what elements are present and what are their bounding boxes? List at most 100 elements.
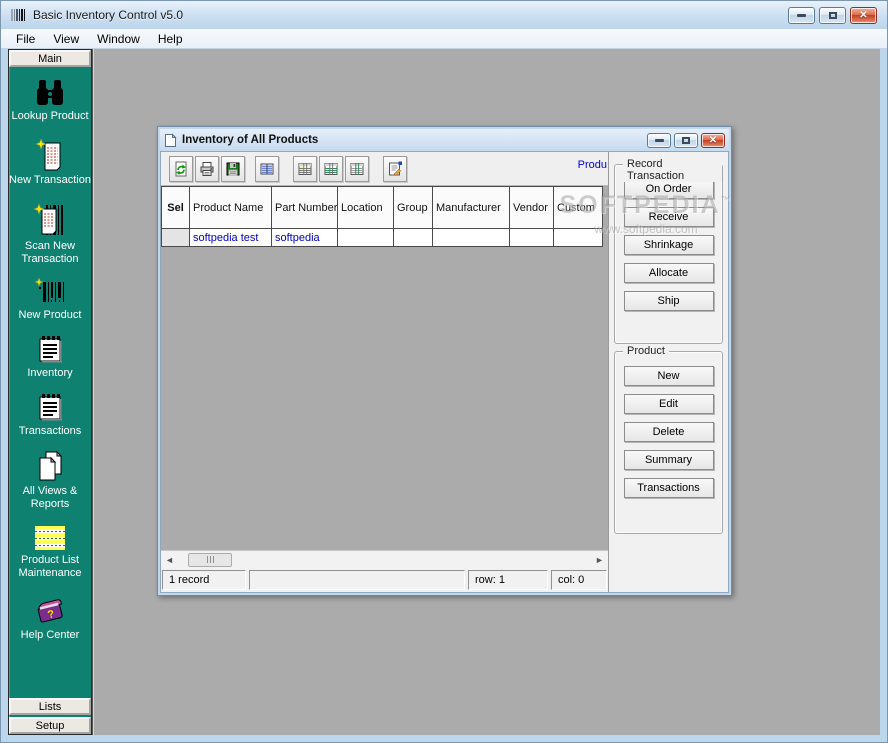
- ship-button[interactable]: Ship: [624, 291, 714, 311]
- transactions-button[interactable]: Transactions: [624, 478, 714, 498]
- sidebar-item-label: Inventory: [9, 367, 91, 380]
- sidebar-item-label: New Transaction: [9, 174, 91, 187]
- col-custom[interactable]: Custom: [554, 187, 603, 229]
- sidebar-item-label: All Views & Reports: [9, 485, 91, 511]
- child-minimize-button[interactable]: [647, 133, 671, 148]
- scroll-left-arrow[interactable]: ◄: [161, 552, 178, 568]
- cell-location[interactable]: [338, 229, 394, 247]
- delete-product-button[interactable]: Delete: [624, 422, 714, 442]
- close-button[interactable]: ✕: [850, 7, 877, 24]
- titlebar[interactable]: Basic Inventory Control v5.0 ✕: [1, 1, 887, 29]
- sidebar-item-scan-new-transaction[interactable]: Scan New Transaction: [9, 203, 91, 266]
- menu-help[interactable]: Help: [149, 30, 192, 48]
- minimize-button[interactable]: [788, 7, 815, 24]
- barcode-app-icon: [11, 8, 27, 22]
- sidebar-item-product-list-maintenance[interactable]: Product List Maintenance: [9, 525, 91, 580]
- product-group: Product New Edit Delete Summary Transact…: [614, 351, 723, 534]
- on-order-button[interactable]: On Order: [624, 179, 714, 199]
- grid-area: Sel Product Name Part Number Location Gr…: [161, 186, 608, 550]
- child-maximize-button[interactable]: [674, 133, 698, 148]
- cell-part-number[interactable]: softpedia: [272, 229, 338, 247]
- col-sel[interactable]: Sel: [162, 187, 190, 229]
- grid-view-3-button[interactable]: [345, 156, 369, 182]
- sidebar-item-inventory[interactable]: Inventory: [9, 334, 91, 380]
- col-manufacturer[interactable]: Manufacturer: [433, 187, 510, 229]
- action-panel: Record Transaction On Order Receive Shri…: [609, 152, 728, 592]
- sidebar-item-label: Lookup Product: [9, 110, 91, 123]
- col-part-number[interactable]: Part Number: [272, 187, 338, 229]
- lists-tab-button[interactable]: Lists: [9, 698, 91, 715]
- maximize-icon: [829, 12, 837, 19]
- grid-columns-yellow-icon: [297, 161, 313, 177]
- child-window-title: Inventory of All Products: [182, 134, 318, 146]
- scroll-right-arrow[interactable]: ►: [591, 552, 608, 568]
- cell-product-name[interactable]: softpedia test: [190, 229, 272, 247]
- cell-custom[interactable]: [554, 229, 603, 247]
- sidebar-item-help-center[interactable]: ? Help Center: [9, 596, 91, 642]
- menu-window[interactable]: Window: [88, 30, 149, 48]
- col-location[interactable]: Location: [338, 187, 394, 229]
- striped-list-icon: [33, 525, 67, 551]
- main-tab-button[interactable]: Main: [9, 50, 91, 67]
- minimize-icon: [655, 139, 664, 142]
- scroll-thumb[interactable]: [188, 553, 232, 567]
- sidebar-item-label: New Product: [9, 309, 91, 322]
- properties-button[interactable]: [383, 156, 407, 182]
- mdi-workspace: SOFTPEDIA™ www.softpedia.com Inventory o…: [92, 49, 880, 735]
- menu-view[interactable]: View: [44, 30, 88, 48]
- shrinkage-button[interactable]: Shrinkage: [624, 235, 714, 255]
- table-row[interactable]: softpedia test softpedia: [162, 229, 603, 247]
- grid-columns-alt-icon: [349, 161, 365, 177]
- status-bar: 1 record row: 1 col: 0: [161, 568, 608, 592]
- menu-file[interactable]: File: [7, 30, 44, 48]
- menu-bar: File View Window Help: [1, 29, 887, 49]
- new-product-button[interactable]: New: [624, 366, 714, 386]
- col-product-name[interactable]: Product Name: [190, 187, 272, 229]
- sidebar-item-label: Product List Maintenance: [9, 554, 91, 580]
- summary-button[interactable]: Summary: [624, 450, 714, 470]
- cell-sel[interactable]: [162, 229, 190, 247]
- window-title: Basic Inventory Control v5.0: [33, 8, 183, 22]
- cell-group[interactable]: [394, 229, 433, 247]
- setup-tab-button[interactable]: Setup: [9, 717, 91, 734]
- group-legend: Record Transaction: [623, 158, 722, 182]
- record-transaction-group: Record Transaction On Order Receive Shri…: [614, 164, 723, 344]
- table-header-row: Sel Product Name Part Number Location Gr…: [162, 187, 603, 229]
- child-titlebar[interactable]: Inventory of All Products ✕: [160, 129, 729, 151]
- horizontal-scrollbar[interactable]: ◄ ►: [161, 550, 608, 568]
- sidebar-item-new-transaction[interactable]: New Transaction: [9, 139, 91, 187]
- status-message: [249, 570, 465, 590]
- notepad-icon: [36, 392, 64, 422]
- cell-vendor[interactable]: [510, 229, 554, 247]
- sidebar-item-transactions[interactable]: Transactions: [9, 392, 91, 438]
- binoculars-icon: [34, 79, 66, 107]
- maximize-button[interactable]: [819, 7, 846, 24]
- group-legend: Product: [623, 345, 669, 357]
- col-vendor[interactable]: Vendor: [510, 187, 554, 229]
- sidebar-item-label: Scan New Transaction: [9, 240, 91, 266]
- edit-product-button[interactable]: Edit: [624, 394, 714, 414]
- child-close-button[interactable]: ✕: [701, 133, 725, 148]
- col-group[interactable]: Group: [394, 187, 433, 229]
- print-button[interactable]: [195, 156, 219, 182]
- sidebar-item-label: Transactions: [9, 425, 91, 438]
- products-table: Sel Product Name Part Number Location Gr…: [161, 186, 603, 247]
- sidebar-item-new-product[interactable]: New Product: [9, 278, 91, 322]
- refresh-button[interactable]: [169, 156, 193, 182]
- sidebar-item-all-views-reports[interactable]: All Views & Reports: [9, 450, 91, 511]
- barcode-icon: [34, 278, 66, 306]
- product-link[interactable]: Produ: [578, 159, 607, 171]
- app-window: Basic Inventory Control v5.0 ✕ File View…: [0, 0, 888, 743]
- receipt-scan-icon: [34, 203, 66, 237]
- sidebar-item-lookup-product[interactable]: Lookup Product: [9, 79, 91, 123]
- grid-view-1-button[interactable]: [293, 156, 317, 182]
- save-button[interactable]: [221, 156, 245, 182]
- sidebar-item-label: Help Center: [9, 629, 91, 642]
- row-view-button[interactable]: [255, 156, 279, 182]
- documents-icon: [36, 450, 64, 482]
- allocate-button[interactable]: Allocate: [624, 263, 714, 283]
- receive-button[interactable]: Receive: [624, 207, 714, 227]
- sidebar: Main Lookup Product New Transaction: [8, 49, 92, 735]
- grid-view-2-button[interactable]: [319, 156, 343, 182]
- cell-manufacturer[interactable]: [433, 229, 510, 247]
